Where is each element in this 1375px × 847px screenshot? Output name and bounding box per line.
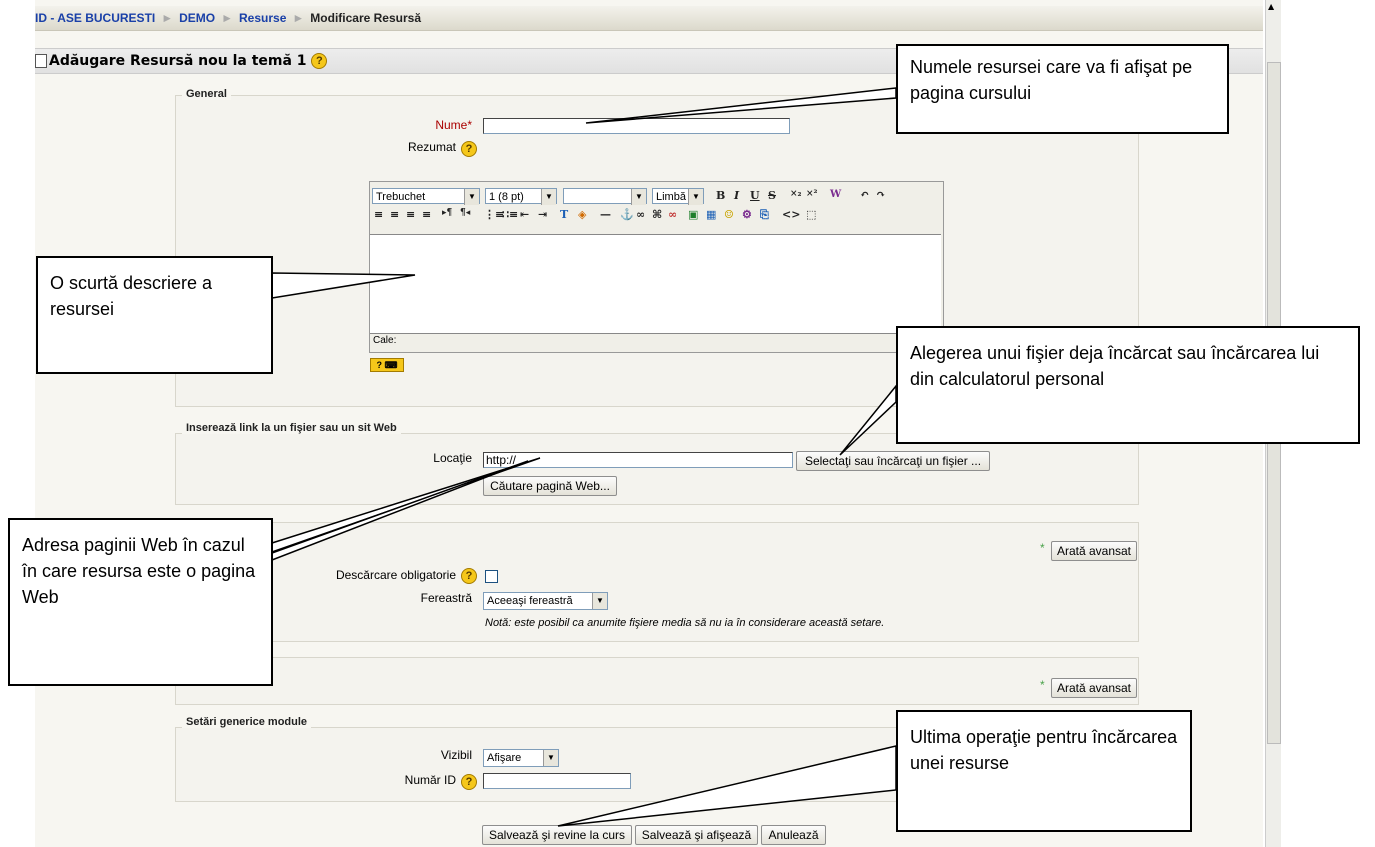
callout-file: Alegerea unui fişier deja încărcat sau î…: [896, 326, 1360, 444]
callout-save: Ultima operaţie pentru încărcarea unei r…: [896, 710, 1192, 832]
callout-web: Adresa paginii Web în cazul în care resu…: [8, 518, 273, 686]
callout-name: Numele resursei care va fi afişat pe pag…: [896, 44, 1229, 134]
callout-summary: O scurtă descriere a resursei: [36, 256, 273, 374]
